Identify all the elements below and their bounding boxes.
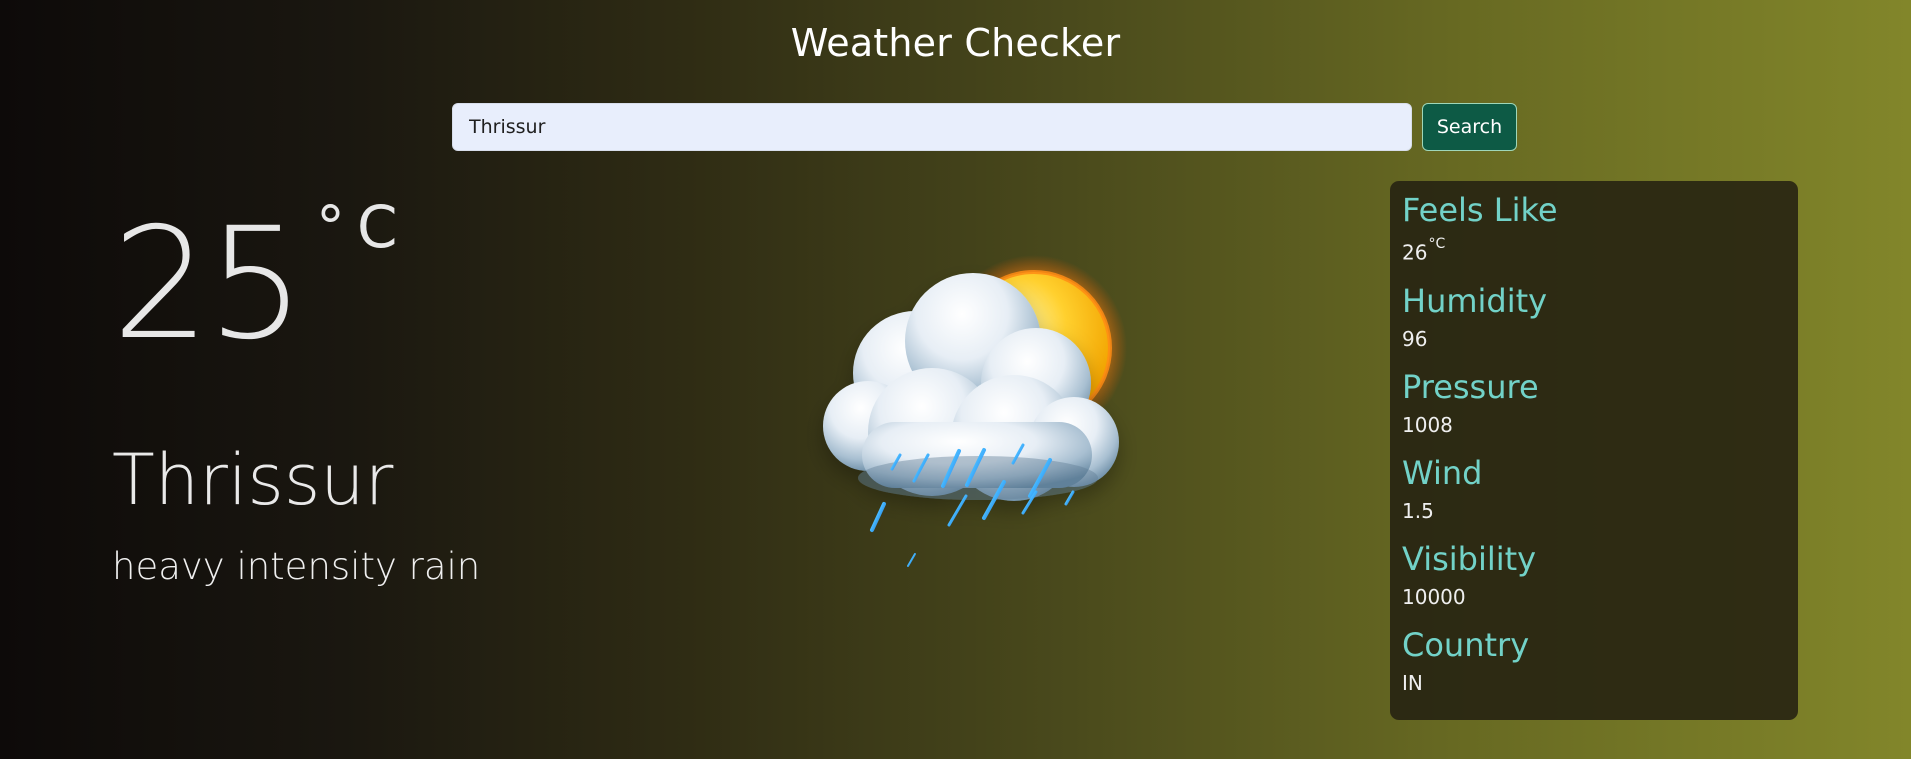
current-weather-panel: 25 °C Thrissur heavy intensity rain: [112, 184, 632, 604]
country-label: Country: [1402, 625, 1530, 664]
humidity-value: 96: [1402, 326, 1428, 351]
search-input[interactable]: [452, 103, 1412, 151]
pressure-group: Pressure 1008: [1402, 366, 1786, 440]
search-bar: Search: [452, 103, 1518, 151]
country-group: Country IN: [1402, 624, 1786, 698]
temperature-unit: °C: [316, 193, 410, 261]
sun-cloud-rain-icon: [800, 238, 1200, 598]
weather-details-card: Feels Like 26°C Humidity 96 Pressure 100…: [1390, 181, 1798, 720]
wind-label: Wind: [1402, 453, 1483, 492]
wind-group: Wind 1.5: [1402, 452, 1786, 526]
wind-value: 1.5: [1402, 498, 1434, 523]
visibility-label: Visibility: [1402, 539, 1537, 578]
feels-like-number: 26: [1402, 240, 1428, 265]
city-name: Thrissur: [112, 439, 394, 521]
visibility-group: Visibility 10000: [1402, 538, 1786, 612]
pressure-value: 1008: [1402, 412, 1453, 437]
page-title: Weather Checker: [790, 21, 1121, 65]
country-value: IN: [1402, 670, 1423, 695]
humidity-label: Humidity: [1402, 281, 1548, 320]
feels-like-unit: °C: [1428, 236, 1446, 252]
visibility-value: 10000: [1402, 584, 1466, 609]
weather-description: heavy intensity rain: [112, 545, 481, 588]
pressure-label: Pressure: [1402, 367, 1539, 406]
humidity-group: Humidity 96: [1402, 280, 1786, 354]
temperature-display: 25 °C: [112, 184, 532, 384]
feels-like-group: Feels Like 26°C: [1402, 189, 1786, 268]
feels-like-value: 26°C: [1402, 233, 1786, 268]
feels-like-label: Feels Like: [1402, 191, 1558, 229]
search-button[interactable]: Search: [1422, 103, 1517, 151]
temperature-value: 25: [112, 195, 305, 374]
